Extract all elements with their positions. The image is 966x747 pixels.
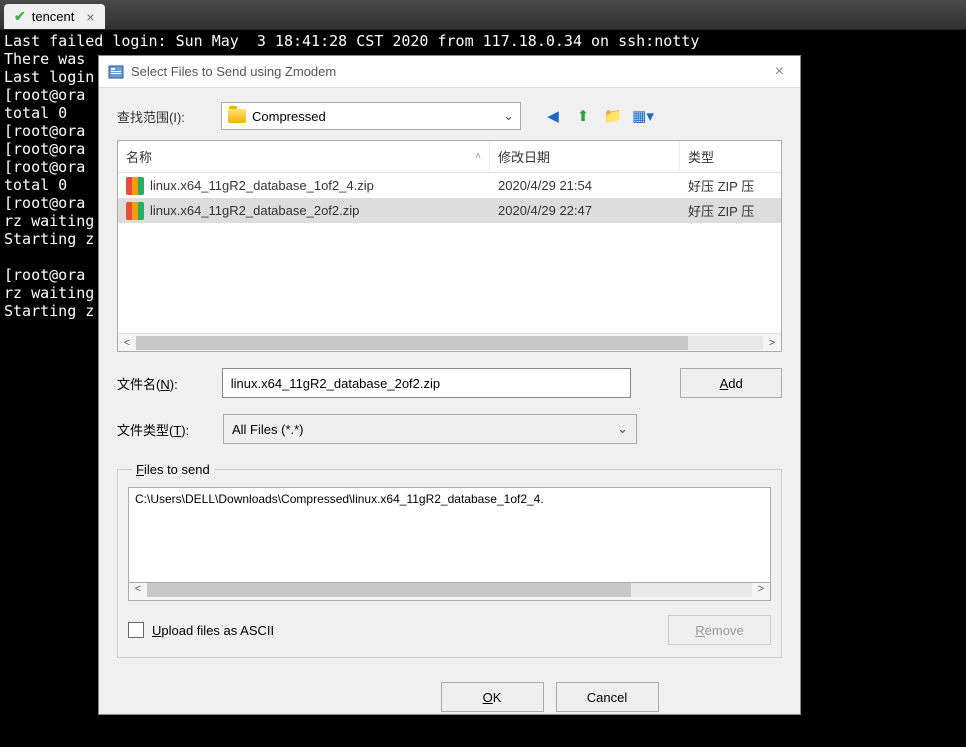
- new-folder-icon[interactable]: 📁: [601, 104, 625, 128]
- close-icon[interactable]: ×: [767, 63, 792, 81]
- column-header-name[interactable]: 名称 ˄: [118, 141, 490, 172]
- file-name: linux.x64_11gR2_database_1of2_4.zip: [150, 178, 374, 193]
- view-menu-icon[interactable]: ▦▾: [631, 104, 655, 128]
- dialog-app-icon: [107, 63, 125, 81]
- folder-icon: [228, 109, 246, 123]
- filetype-dropdown[interactable]: All Files (*.*) ⌄: [223, 414, 637, 444]
- ascii-checkbox[interactable]: [128, 622, 144, 638]
- file-type: 好压 ZIP 压: [680, 201, 781, 220]
- zip-icon: [126, 177, 144, 195]
- file-row[interactable]: linux.x64_11gR2_database_1of2_4.zip 2020/…: [118, 173, 781, 198]
- add-button[interactable]: Add: [680, 368, 782, 398]
- back-icon[interactable]: ◀: [541, 104, 565, 128]
- cancel-button[interactable]: Cancel: [556, 682, 659, 712]
- folder-name: Compressed: [252, 109, 326, 124]
- scroll-left-icon[interactable]: <: [129, 583, 147, 600]
- up-icon[interactable]: ⬆: [571, 104, 595, 128]
- tab-label: tencent: [32, 9, 75, 24]
- sort-asc-icon: ˄: [475, 151, 481, 162]
- folder-dropdown[interactable]: Compressed ⌄: [221, 102, 521, 130]
- column-header-date[interactable]: 修改日期: [490, 141, 680, 172]
- file-name: linux.x64_11gR2_database_2of2.zip: [150, 203, 359, 218]
- ascii-label: Upload files as ASCII: [152, 623, 274, 638]
- file-type: 好压 ZIP 压: [680, 176, 781, 195]
- scroll-right-icon[interactable]: >: [752, 583, 770, 600]
- remove-button[interactable]: Remove: [668, 615, 771, 645]
- filename-input[interactable]: [222, 368, 631, 398]
- file-date: 2020/4/29 21:54: [490, 178, 680, 193]
- scroll-left-icon[interactable]: <: [118, 337, 136, 349]
- files-to-send-group: Files to send C:\Users\DELL\Downloads\Co…: [117, 462, 782, 658]
- column-header-type[interactable]: 类型: [680, 141, 781, 172]
- tab-tencent[interactable]: ✔ tencent ×: [4, 4, 105, 29]
- files-to-send-label: Files to send: [132, 462, 214, 477]
- lookin-label: 查找范围(I):: [117, 107, 213, 126]
- chevron-down-icon: ⌄: [617, 421, 628, 437]
- window-titlebar: ✔ tencent ×: [0, 0, 966, 30]
- files-to-send-hscroll[interactable]: < >: [128, 583, 771, 601]
- chevron-down-icon: ⌄: [503, 108, 514, 124]
- file-list: 名称 ˄ 修改日期 类型 linux.x64_11gR2_database_1o…: [117, 140, 782, 352]
- dialog-title: Select Files to Send using Zmodem: [131, 64, 767, 79]
- file-date: 2020/4/29 22:47: [490, 203, 680, 218]
- filename-label: 文件名(N):: [117, 374, 212, 393]
- file-list-hscroll[interactable]: < >: [118, 333, 781, 351]
- zmodem-dialog: Select Files to Send using Zmodem × 查找范围…: [98, 55, 801, 715]
- dialog-titlebar[interactable]: Select Files to Send using Zmodem ×: [99, 56, 800, 88]
- check-icon: ✔: [14, 8, 26, 25]
- ok-button[interactable]: OK: [441, 682, 544, 712]
- scroll-right-icon[interactable]: >: [763, 337, 781, 349]
- filetype-label: 文件类型(T):: [117, 420, 213, 439]
- tab-close-icon[interactable]: ×: [86, 9, 94, 25]
- file-row[interactable]: linux.x64_11gR2_database_2of2.zip 2020/4/…: [118, 198, 781, 223]
- files-to-send-list[interactable]: C:\Users\DELL\Downloads\Compressed\linux…: [128, 487, 771, 583]
- files-to-send-item[interactable]: C:\Users\DELL\Downloads\Compressed\linux…: [135, 492, 764, 506]
- zip-icon: [126, 202, 144, 220]
